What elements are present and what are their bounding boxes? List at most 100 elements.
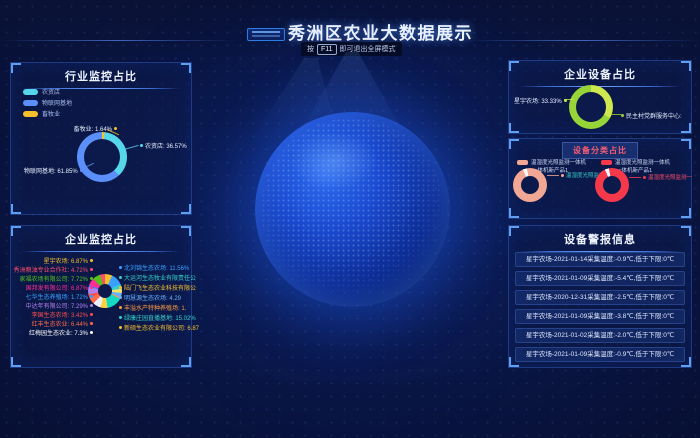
alarm-row: 星宇农场-2021-01-09采集温度:-5.4℃,低于下限:0℃ bbox=[515, 271, 685, 286]
legend-label: 物联网基地 bbox=[42, 98, 72, 107]
chart-callout: 民主村党群服务中心: bbox=[621, 111, 682, 120]
panel-alarm-info: 设备警报信息 星宇农场-2021-01-14采集温度:-0.9℃,低于下限:0℃… bbox=[508, 225, 692, 368]
chart-callout: 陆门飞生态农业科技有限公 bbox=[119, 283, 196, 292]
legend-label: 温湿度光照监测一体机 bbox=[531, 158, 586, 166]
callout-label: 星宇农场: 33.33% bbox=[514, 96, 562, 105]
header-left-line bbox=[0, 40, 235, 41]
callout-label: 丰溢水产特种养殖场: 1. bbox=[124, 303, 186, 312]
legend-swatch bbox=[23, 89, 38, 95]
chart-callout: 秀洲粮油专业合作社: 4.72% bbox=[14, 265, 93, 274]
callout-dot bbox=[90, 322, 93, 325]
panel-title: 设备警报信息 bbox=[509, 231, 691, 247]
chart-callout: 红丰生态农业: 6.44% bbox=[32, 319, 93, 328]
fullscreen-hint: 按 F11 即可退出全屏模式 bbox=[301, 42, 402, 56]
globe bbox=[255, 112, 450, 307]
hint-prefix: 按 bbox=[307, 44, 314, 54]
callout-dot bbox=[119, 266, 122, 269]
chart-callout: 星宇农场: 6.87% bbox=[44, 256, 93, 265]
callout-dot bbox=[119, 286, 122, 289]
enterprise-donut-chart[interactable] bbox=[88, 274, 122, 308]
callout-label: 星宇农场: 6.87% bbox=[44, 256, 88, 265]
callout-dot bbox=[140, 144, 143, 147]
callout-dot bbox=[119, 326, 122, 329]
callout-label: 民主村党群服务中心: bbox=[626, 111, 682, 120]
leader-line bbox=[124, 145, 139, 150]
chart-callout: 农资店: 36.57% bbox=[140, 141, 187, 150]
chart-callout: 物联网基地: 61.85% bbox=[24, 166, 83, 175]
callout-label: 红丰生态农业: 6.44% bbox=[32, 319, 88, 328]
callout-dot bbox=[90, 331, 93, 334]
chart-callout: 绿康庄园直播基地: 15.02% bbox=[119, 313, 196, 322]
legend-label: 畜牧业 bbox=[42, 109, 60, 118]
callout-dot bbox=[119, 276, 122, 279]
callout-dot bbox=[119, 296, 122, 299]
panel-title: 企业设备占比 bbox=[509, 66, 691, 82]
callout-label: 红梅园生态农业: 7.3% bbox=[29, 328, 88, 337]
legend-item[interactable]: 农资店 bbox=[23, 87, 60, 96]
callout-dot bbox=[564, 99, 567, 102]
legend-swatch bbox=[601, 160, 612, 165]
chart-callout: 大运河生态牧业有限责任公 bbox=[119, 273, 196, 282]
chart-callout: 温湿度光照监测一 bbox=[643, 173, 692, 181]
callout-label: 大运河生态牧业有限责任公 bbox=[124, 273, 196, 282]
chart-callout: 新硕生态农业有限公司: 6.87 bbox=[119, 323, 199, 332]
dashboard: 秀洲区农业大数据展示 按 F11 即可退出全屏模式 行业监控占比 农资店 物联网… bbox=[0, 0, 700, 438]
header: 秀洲区农业大数据展示 按 F11 即可退出全屏模式 bbox=[0, 0, 700, 55]
callout-label: 新硕生态农业有限公司: 6.87 bbox=[124, 323, 199, 332]
industry-donut-chart[interactable] bbox=[77, 132, 127, 182]
callout-label: 国邦发有限公司: 6.87% bbox=[26, 283, 88, 292]
title-underline bbox=[21, 251, 181, 252]
panel-industry-monitor: 行业监控占比 农资店 物联网基地 畜牧业 畜牧业: 1.64% 农资店: 36.… bbox=[10, 62, 192, 215]
callout-dot bbox=[621, 114, 624, 117]
category-donut-right[interactable] bbox=[595, 168, 629, 202]
device-donut-chart[interactable] bbox=[569, 85, 613, 129]
category-donut-left[interactable] bbox=[513, 168, 547, 202]
callout-dot bbox=[561, 174, 564, 177]
callout-dot bbox=[90, 268, 93, 271]
page-title: 秀洲区农业大数据展示 bbox=[288, 19, 473, 44]
legend-swatch bbox=[23, 111, 38, 117]
chart-callout: 中达年有限公司: 7.29% bbox=[26, 301, 93, 310]
legend-item[interactable]: 温湿度光照监测一体机 bbox=[517, 158, 586, 166]
chart-callout: 红梅园生态农业: 7.3% bbox=[29, 328, 93, 337]
panel-title: 设备分类占比 bbox=[562, 142, 638, 159]
alarm-row: 星宇农场-2021-01-14采集温度:-0.9℃,低于下限:0℃ bbox=[515, 252, 685, 267]
legend-item[interactable]: 温湿度光照监测一体机 bbox=[601, 158, 670, 166]
panel-enterprise-device: 企业设备占比 星宇农场: 33.33% 民主村党群服务中心: bbox=[508, 60, 692, 134]
legend-item[interactable]: 物联网基地 bbox=[23, 98, 72, 107]
callout-dot bbox=[90, 313, 93, 316]
panel-device-category: 设备分类占比 温湿度光照监测一体机 一体机新产品1 温湿度光照监测一 温湿度光照… bbox=[508, 138, 692, 219]
callout-label: 物联网基地: 61.85% bbox=[24, 166, 78, 175]
chart-callout: 北刘锦生态农场: 11.56% bbox=[119, 263, 189, 272]
panel-enterprise-monitor: 企业监控占比 星宇农场: 6.87% 秀洲粮油专业合作社: 4.72% 家福农场… bbox=[10, 225, 192, 368]
legend-swatch bbox=[23, 100, 38, 106]
alarm-row: 星宇农场-2021-01-02采集温度:-2.0℃,低于下限:0℃ bbox=[515, 328, 685, 343]
callout-label: 明慧源生态农场: 4.29 bbox=[124, 293, 181, 302]
alarm-row: 星宇农场-2021-01-09采集温度:-3.8℃,低于下限:0℃ bbox=[515, 309, 685, 324]
callout-label: 温湿度光照监测一 bbox=[648, 173, 692, 181]
panel-title: 企业监控占比 bbox=[11, 231, 191, 247]
globe-dot-map bbox=[261, 118, 444, 301]
callout-dot bbox=[114, 127, 117, 130]
legend-item[interactable]: 畜牧业 bbox=[23, 109, 60, 118]
leader-line bbox=[611, 114, 621, 115]
chart-callout: 家福农场有限公司: 7.72% bbox=[20, 274, 93, 283]
legend-swatch bbox=[517, 160, 528, 165]
leader-line bbox=[547, 175, 559, 176]
hint-suffix: 即可退出全屏模式 bbox=[340, 44, 396, 54]
logo-icon bbox=[247, 28, 285, 41]
callout-label: 绿康庄园直播基地: 15.02% bbox=[124, 313, 196, 322]
header-right-line bbox=[465, 40, 700, 41]
chart-callout: 李国生态农场: 3.42% bbox=[32, 310, 93, 319]
callout-label: 中达年有限公司: 7.29% bbox=[26, 301, 88, 310]
callout-label: 七华生态养殖场: 1.72% bbox=[26, 292, 88, 301]
callout-label: 秀洲粮油专业合作社: 4.72% bbox=[14, 265, 88, 274]
chart-callout: 七华生态养殖场: 1.72% bbox=[26, 292, 93, 301]
callout-label: 陆门飞生态农业科技有限公 bbox=[124, 283, 196, 292]
legend-label: 温湿度光照监测一体机 bbox=[615, 158, 670, 166]
leader-line bbox=[629, 177, 641, 178]
callout-label: 北刘锦生态农场: 11.56% bbox=[124, 263, 189, 272]
callout-label: 家福农场有限公司: 7.72% bbox=[20, 274, 88, 283]
callout-dot bbox=[643, 176, 646, 179]
callout-label: 农资店: 36.57% bbox=[145, 141, 187, 150]
